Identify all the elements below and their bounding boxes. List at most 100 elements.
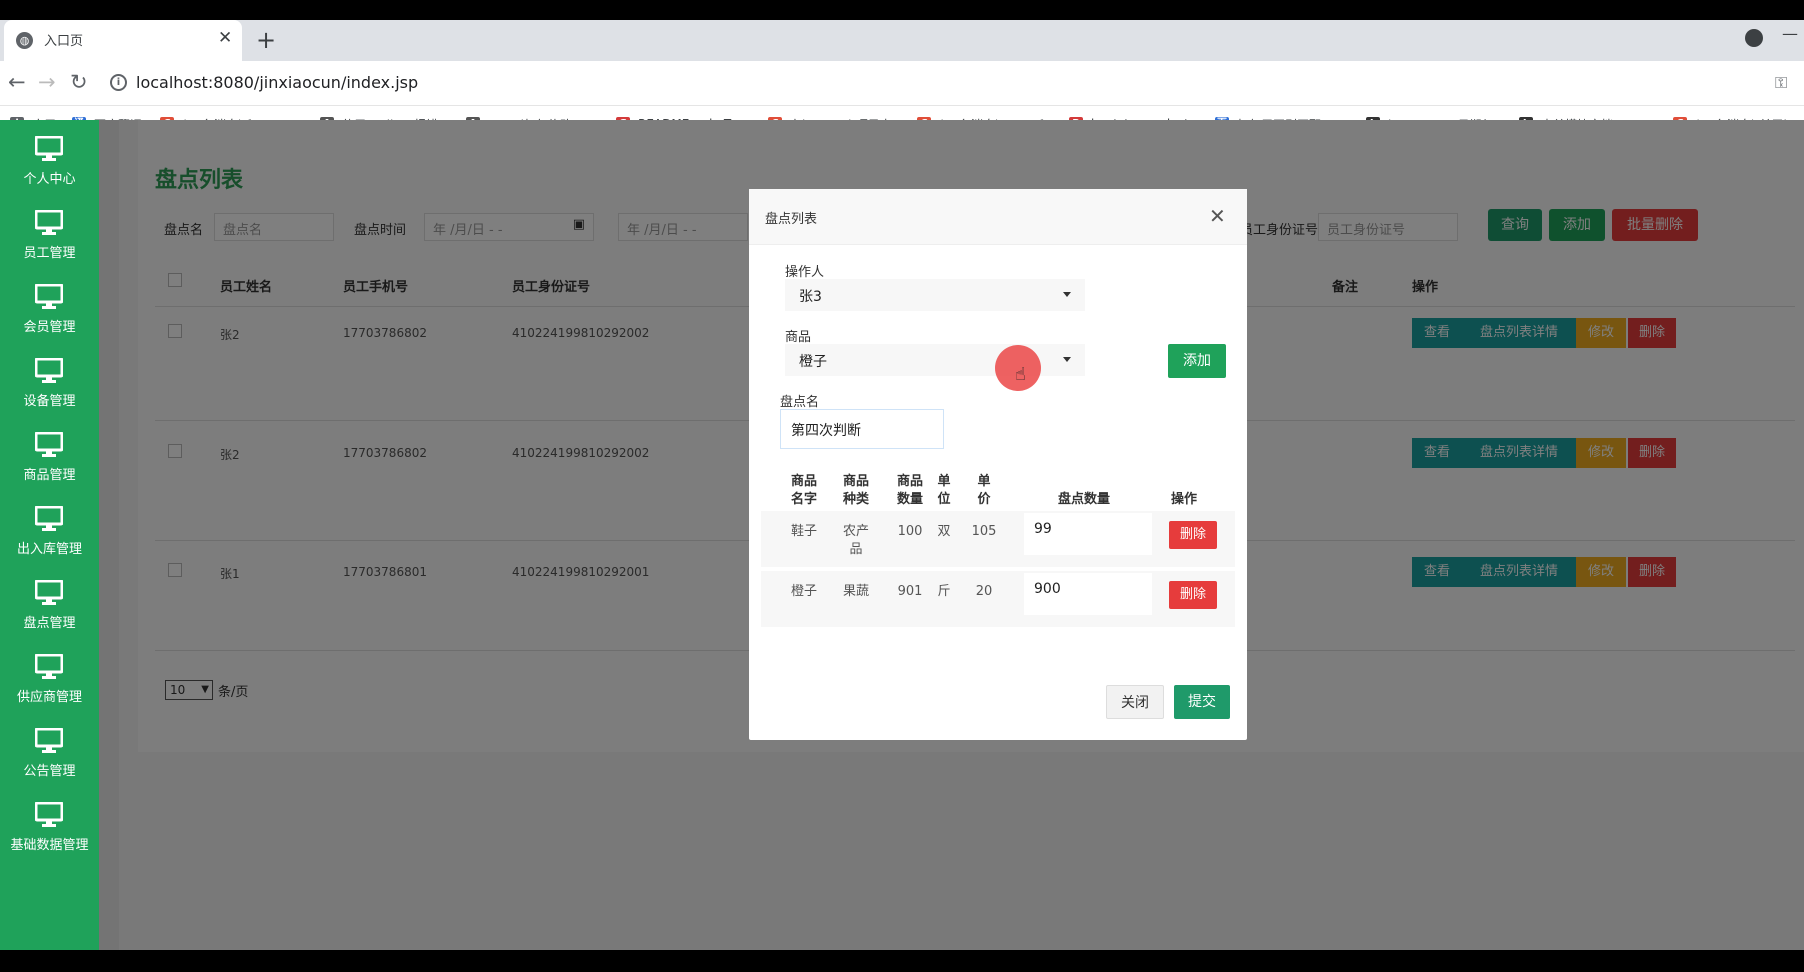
screen-top-border	[0, 0, 1804, 20]
monitor-icon	[34, 801, 64, 828]
sidebar: 个人中心员工管理会员管理设备管理商品管理出入库管理盘点管理供应商管理公告管理基础…	[0, 120, 99, 950]
browser-tab[interactable]: ◍ 入口页 ✕	[4, 20, 242, 61]
sidebar-item-label: 商品管理	[23, 468, 76, 483]
sidebar-item-label: 会员管理	[23, 320, 76, 335]
sidebar-item[interactable]: 员工管理	[0, 200, 99, 270]
goods-qty-cell: 100	[897, 524, 923, 539]
tab-title: 入口页	[44, 34, 84, 49]
goods-table-header-cell: 盘点数量	[1039, 473, 1129, 509]
close-icon[interactable]: ✕	[1209, 204, 1226, 228]
sidebar-item-label: 供应商管理	[16, 690, 82, 705]
operator-select[interactable]: 张3	[785, 279, 1085, 311]
goods-unit-cell: 斤	[937, 584, 951, 599]
goods-table-header-cell: 商品 名字	[780, 473, 828, 509]
header-line-2: 名字	[790, 492, 817, 507]
delete-row-button[interactable]: 删除	[1169, 581, 1217, 609]
inventory-count-input[interactable]: 99	[1024, 513, 1152, 555]
goods-kind-line-1: 农产	[842, 524, 869, 539]
goods-name-cell: 鞋子	[790, 524, 817, 539]
sidebar-item[interactable]: 会员管理	[0, 274, 99, 344]
sidebar-item[interactable]: 盘点管理	[0, 570, 99, 640]
sidebar-item[interactable]: 设备管理	[0, 348, 99, 418]
modal-title: 盘点列表	[765, 212, 818, 227]
header-line-2: 数量	[896, 492, 923, 507]
monitor-icon	[34, 209, 64, 236]
sidebar-item-label: 设备管理	[23, 394, 76, 409]
reload-icon[interactable]: ↻	[70, 70, 88, 94]
sidebar-item[interactable]: 供应商管理	[0, 644, 99, 714]
goods-table-header-cell: 商品 种类	[834, 473, 878, 509]
goods-unit-cell: 双	[937, 524, 951, 539]
submit-button[interactable]: 提交	[1174, 685, 1230, 719]
goods-kind-cell: 果蔬	[834, 583, 878, 601]
minimize-icon[interactable]: —	[1782, 24, 1798, 43]
goods-table-header-cell: 操作	[1159, 473, 1209, 509]
globe-icon: ◍	[16, 32, 33, 49]
monitor-icon	[34, 283, 64, 310]
goods-table-header-cell: 单价	[969, 473, 999, 509]
browser-tab-strip: ◍ 入口页 ✕ + —	[0, 20, 1804, 61]
sidebar-item-label: 员工管理	[23, 246, 76, 261]
tab-close-icon[interactable]: ✕	[218, 28, 232, 48]
back-icon[interactable]: ←	[8, 70, 26, 94]
goods-kind-line-2: 品	[849, 542, 863, 557]
sidebar-item-label: 个人中心	[23, 172, 76, 187]
monitor-icon	[34, 357, 64, 384]
monitor-icon	[34, 135, 64, 162]
goods-price-cell: 105	[971, 524, 997, 539]
header-line-1: 商品	[842, 474, 869, 489]
url-text[interactable]: localhost:8080/jinxiaocun/index.jsp	[136, 73, 418, 92]
close-button[interactable]: 关闭	[1106, 685, 1164, 719]
inventory-modal: 盘点列表 ✕ 操作人 张3 商品 橙子 添加 盘点名 第四次判断 商品 名字 商品种…	[749, 189, 1247, 740]
monitor-icon	[34, 431, 64, 458]
address-bar: ← → ↻ i localhost:8080/jinxiaocun/index.…	[0, 61, 1804, 106]
goods-label: 商品	[785, 330, 812, 345]
inventory-name-input[interactable]: 第四次判断	[780, 409, 944, 449]
key-icon[interactable]: ⚿	[1775, 73, 1787, 93]
sidebar-item[interactable]: 出入库管理	[0, 496, 99, 566]
sidebar-item-label: 基础数据管理	[10, 838, 89, 853]
goods-kind-cell: 农产品	[834, 523, 878, 559]
monitor-icon	[34, 653, 64, 680]
modal-header: 盘点列表 ✕	[749, 189, 1247, 245]
monitor-icon	[34, 505, 64, 532]
header-line-1: 商品	[790, 474, 817, 489]
sidebar-item[interactable]: 个人中心	[0, 126, 99, 196]
goods-name-cell: 橙子	[790, 584, 817, 599]
sidebar-item[interactable]: 基础数据管理	[0, 792, 99, 862]
forward-icon[interactable]: →	[38, 70, 56, 94]
browser-profile-icon[interactable]	[1745, 29, 1763, 47]
sidebar-item[interactable]: 商品管理	[0, 422, 99, 492]
header-line-2: 盘点数量	[1057, 492, 1110, 507]
sidebar-item-label: 公告管理	[23, 764, 76, 779]
header-line-2: 价	[977, 492, 991, 507]
goods-table-header-cell: 单位	[931, 473, 957, 509]
header-line-1: 单	[977, 474, 991, 489]
header-line-1	[1039, 473, 1129, 491]
header-line-2: 操作	[1170, 492, 1197, 507]
inventory-count-input[interactable]: 900	[1024, 573, 1152, 615]
header-line-1: 商品	[896, 474, 923, 489]
sidebar-item-label: 盘点管理	[23, 616, 76, 631]
header-line-1	[1159, 473, 1209, 491]
goods-price-cell: 20	[975, 584, 993, 599]
screen: ◍ 入口页 ✕ + — ← → ↻ i localhost:8080/jinxi…	[0, 0, 1804, 972]
goods-qty-cell: 901	[897, 584, 923, 599]
screen-bottom-border	[0, 950, 1804, 972]
monitor-icon	[34, 727, 64, 754]
header-line-2: 位	[937, 492, 951, 507]
operator-value: 张3	[799, 289, 822, 305]
caret-down-icon	[1063, 292, 1071, 297]
sidebar-item[interactable]: 公告管理	[0, 718, 99, 788]
operator-label: 操作人	[785, 265, 825, 280]
site-info-icon[interactable]: i	[110, 74, 127, 91]
hand-cursor-icon: ☝	[1015, 364, 1026, 385]
delete-row-button[interactable]: 删除	[1169, 521, 1217, 549]
caret-down-icon	[1063, 357, 1071, 362]
new-tab-icon[interactable]: +	[256, 26, 276, 54]
goods-value: 橙子	[799, 354, 827, 370]
goods-table-header-cell: 商品 数量	[887, 473, 933, 509]
header-line-1: 单	[937, 474, 951, 489]
add-goods-button[interactable]: 添加	[1168, 344, 1226, 378]
sidebar-item-label: 出入库管理	[16, 542, 82, 557]
